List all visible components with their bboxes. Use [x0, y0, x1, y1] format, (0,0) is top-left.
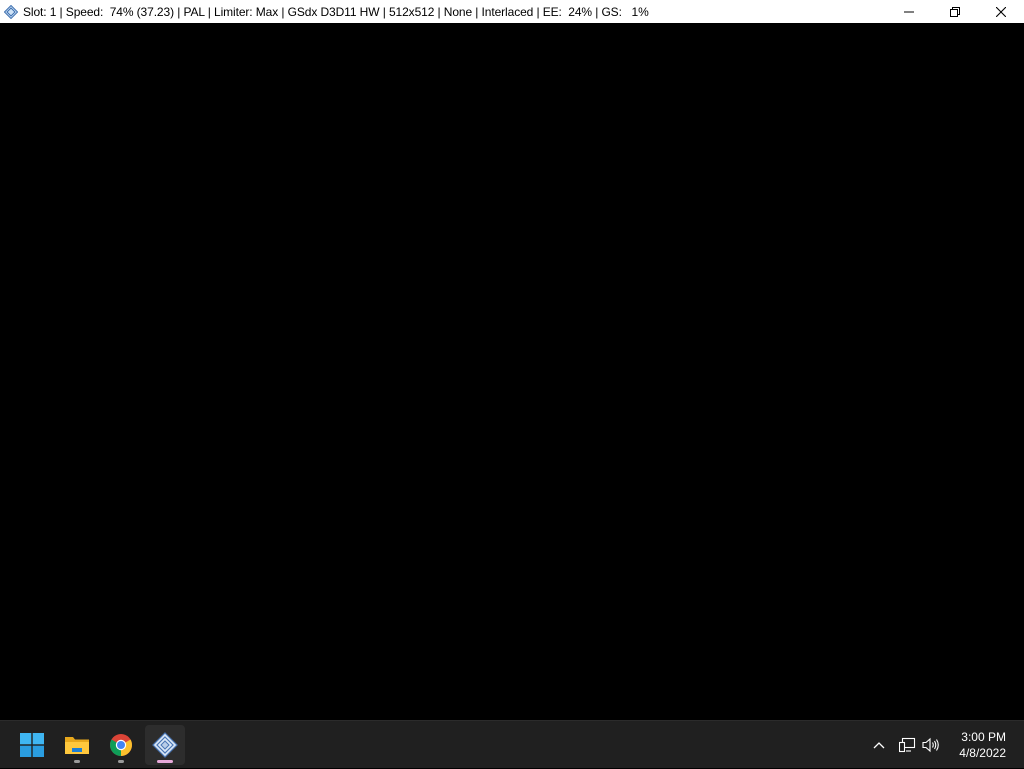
volume-button[interactable]: [920, 721, 942, 769]
taskbar-chrome[interactable]: [101, 725, 141, 765]
minimize-icon: [904, 11, 914, 12]
taskbar-pcsx2[interactable]: [145, 725, 185, 765]
system-clock[interactable]: 3:00 PM 4/8/2022: [946, 729, 1006, 761]
network-status-button[interactable]: [895, 721, 919, 769]
start-button[interactable]: [12, 725, 52, 765]
taskbar: 3:00 PM 4/8/2022: [0, 720, 1024, 768]
window-controls: [886, 0, 1024, 23]
show-hidden-icons-button[interactable]: [866, 721, 892, 769]
network-icon: [898, 737, 915, 753]
folder-icon: [65, 737, 89, 754]
chrome-icon: [110, 734, 132, 756]
window-title: Slot: 1 | Speed: 74% (37.23) | PAL | Lim…: [23, 4, 649, 19]
running-indicator: [74, 760, 80, 763]
windows-start-icon: [20, 733, 44, 757]
chevron-up-icon: [873, 742, 885, 749]
pcsx2-diamond-icon: [152, 732, 178, 758]
taskbar-file-explorer[interactable]: [57, 725, 97, 765]
volume-icon: [922, 737, 939, 753]
close-icon: [996, 6, 1006, 17]
active-indicator: [157, 760, 173, 763]
window-titlebar[interactable]: Slot: 1 | Speed: 74% (37.23) | PAL | Lim…: [0, 0, 1024, 23]
close-button[interactable]: [978, 0, 1024, 23]
restore-button[interactable]: [932, 0, 978, 23]
running-indicator: [118, 760, 124, 763]
clock-time: 3:00 PM: [961, 730, 1006, 744]
pcsx2-app-icon[interactable]: [4, 4, 18, 19]
restore-icon: [950, 6, 960, 17]
emulator-render-area[interactable]: [0, 23, 1024, 720]
clock-date: 4/8/2022: [959, 746, 1006, 760]
minimize-button[interactable]: [886, 0, 932, 23]
